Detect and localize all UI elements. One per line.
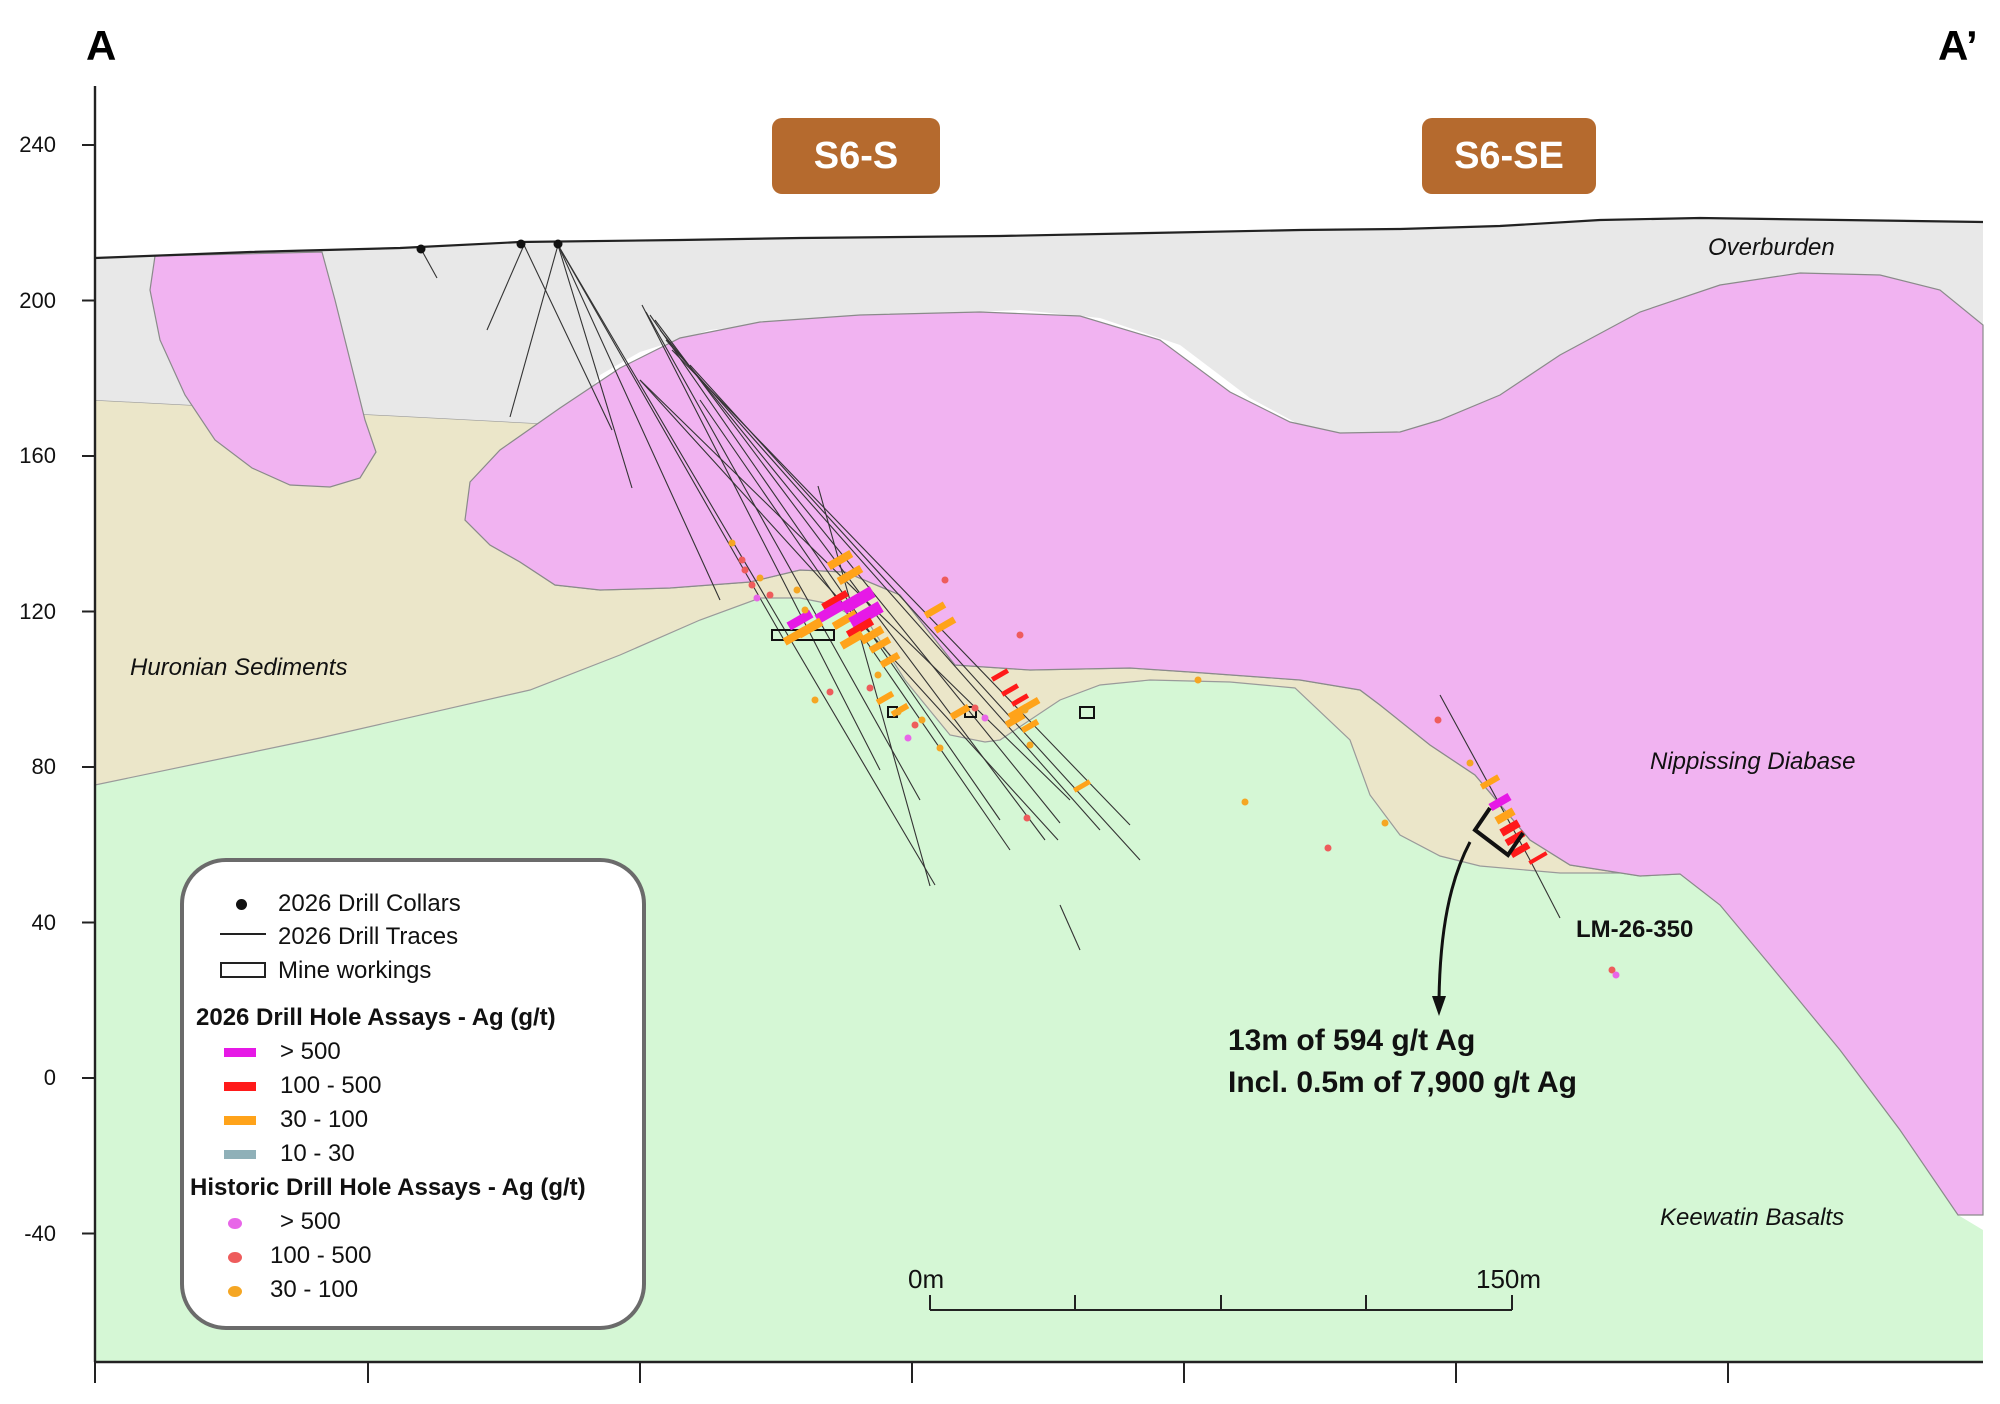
legend-workings-label: Mine workings [278,957,432,984]
legend-collar-symbol [236,899,247,910]
historic-assay-point [894,708,902,716]
legend-2026-swatch-30-100 [224,1116,256,1125]
historic-assay-point [1016,631,1024,639]
unit-label-overburden: Overburden [1708,234,1835,261]
historic-assay-point [936,744,944,752]
y-tick-label: -40 [24,1220,56,1246]
historic-assay-point [1466,759,1474,767]
historic-assay-point [971,704,979,712]
legend-historic-swatch-100-500 [228,1252,242,1263]
legend-2026-label-10-30: 10 - 30 [280,1140,355,1167]
y-tick-label: 40 [31,909,56,935]
legend-historic-swatch-gt500 [228,1218,242,1229]
legend-2026-label-100-500: 100 - 500 [280,1072,382,1099]
scale-bar-end-label: 150m [1476,1264,1542,1294]
historic-assay-point [748,581,756,589]
legend-historic-label-100-500: 100 - 500 [270,1242,372,1269]
x-axis-ticks [94,1362,1729,1383]
y-axis-ticks [82,144,95,1235]
historic-assay-point [1023,814,1031,822]
historic-assay-point [793,586,801,594]
historic-assay-point [1434,716,1442,724]
historic-assay-point [801,606,809,614]
section-start-label: A [86,22,117,69]
historic-assay-point [904,734,912,742]
scale-bar-start-label: 0m [908,1264,945,1294]
unit-label-keewatin: Keewatin Basalts [1660,1204,1845,1231]
y-tick-label: 160 [19,443,56,468]
historic-assay-point [1324,844,1332,852]
historic-assay-point [741,566,749,574]
legend-historic-label-gt500: > 500 [280,1208,341,1235]
legend-2026-title: 2026 Drill Hole Assays - Ag (g/t) [196,1004,556,1031]
drill-collar [416,244,426,254]
y-tick-label: 120 [19,598,56,624]
y-tick-label: 200 [19,287,56,313]
historic-assay-point [941,576,949,584]
historic-assay-point [826,688,834,696]
zone-badge-s6-s: S6-S [772,118,940,194]
historic-assay-point [756,574,764,582]
legend-2026-swatch-100-500 [224,1082,256,1091]
drill-hole-label: LM-26-350 [1576,916,1694,943]
legend-traces-label: 2026 Drill Traces [278,923,459,950]
legend-2026-swatch-gt500 [224,1048,256,1057]
historic-assay-point [911,721,919,729]
historic-assay-point [1194,676,1202,684]
legend-historic-label-30-100: 30 - 100 [270,1276,359,1303]
historic-assay-point [866,684,874,692]
section-end-label: A’ [1938,22,1978,69]
historic-assay-point [728,539,736,547]
historic-assay-point [874,671,882,679]
zone-badge-s6-se: S6-SE [1422,118,1596,194]
legend-collars-label: 2026 Drill Collars [278,890,461,917]
historic-assay-point [1381,819,1389,827]
drill-collar [553,239,563,249]
drill-collar [516,239,526,249]
unit-label-nippissing: Nippissing Diabase [1650,748,1856,775]
historic-assay-point [1026,741,1034,749]
historic-assay-point [811,696,819,704]
historic-assay-point [738,556,746,564]
historic-assay-point [753,594,761,602]
y-tick-label: 80 [31,754,56,779]
legend-historic-title: Historic Drill Hole Assays - Ag (g/t) [190,1174,586,1201]
legend-2026-swatch-10-30 [224,1150,256,1159]
legend-workings-symbol [220,962,266,978]
legend-trace-symbol [220,933,266,935]
y-tick-label: 240 [19,132,56,157]
legend-2026-label-gt500: > 500 [280,1038,341,1065]
historic-assay-point [981,714,989,722]
legend: 2026 Drill Collars 2026 Drill Traces Min… [180,858,646,1330]
historic-assay-point [1241,798,1249,806]
highlight-line-2: Incl. 0.5m of 7,900 g/t Ag [1228,1066,1577,1099]
historic-assay-point [1021,706,1029,714]
unit-label-huronian: Huronian Sediments [130,654,348,681]
highlight-line-1: 13m of 594 g/t Ag [1228,1024,1476,1057]
y-tick-label: 0 [43,1065,56,1090]
historic-assay-point [1612,971,1620,979]
legend-2026-label-30-100: 30 - 100 [280,1106,369,1133]
historic-assay-point [918,716,926,724]
historic-assay-point [766,591,774,599]
legend-historic-swatch-30-100 [228,1286,242,1297]
